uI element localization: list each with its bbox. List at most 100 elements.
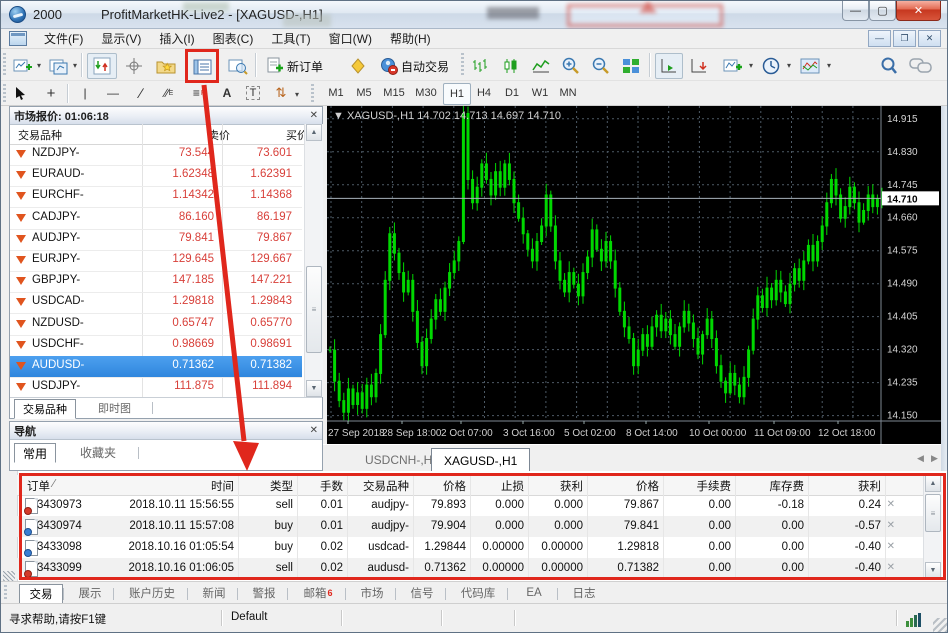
tab-right-icon[interactable]: ▶: [931, 453, 938, 464]
new-chart-dropdown[interactable]: ▾: [37, 61, 41, 70]
close-order-icon[interactable]: ✕: [887, 541, 895, 552]
terminal-tab-5[interactable]: 邮箱 6: [293, 584, 343, 602]
toolbar-grip[interactable]: [3, 84, 6, 103]
scroll-down-icon[interactable]: ▼: [925, 562, 941, 579]
menu-item-0[interactable]: 文件(F): [35, 28, 92, 49]
zoom-out-button[interactable]: [587, 53, 615, 79]
terminal-tab-6[interactable]: 市场: [351, 584, 393, 602]
terminal-tab-4[interactable]: 警报: [243, 584, 285, 602]
market-watch-row-eurjpy[interactable]: EURJPY- 129.645 129.667: [10, 250, 302, 272]
tab-tick-chart[interactable]: 即时图: [90, 399, 139, 417]
cursor-tool[interactable]: [9, 83, 33, 103]
chart-tab-xagusd[interactable]: XAGUSD-,H1: [431, 448, 531, 472]
tab-common[interactable]: 常用: [14, 443, 57, 463]
search-icon[interactable]: [875, 53, 903, 79]
zoom-in-button[interactable]: [557, 53, 585, 79]
close-button[interactable]: ✕: [896, 1, 941, 21]
child-minimize-button[interactable]: —: [868, 29, 891, 47]
terminal-scrollbar[interactable]: ▲ ≡ ▼: [923, 475, 942, 579]
resize-grip[interactable]: [933, 618, 947, 632]
fibonacci-tool[interactable]: ≡ F: [187, 83, 211, 103]
column-bid[interactable]: 卖价: [208, 127, 230, 143]
scrollbar-thumb[interactable]: ≡: [925, 494, 941, 532]
terminal-tab-7[interactable]: 信号: [401, 584, 443, 602]
status-profile[interactable]: Default: [231, 611, 267, 623]
close-order-icon[interactable]: ✕: [887, 520, 895, 531]
autotrading-button[interactable]: 自动交易: [375, 53, 454, 79]
orders-column-6[interactable]: 止损: [501, 478, 524, 494]
menu-item-2[interactable]: 插入(I): [150, 28, 203, 49]
orders-column-7[interactable]: 获利: [560, 478, 583, 494]
vertical-line-tool[interactable]: |: [73, 83, 97, 103]
market-watch-row-usdjpy[interactable]: USDJPY- 111.875 111.894: [10, 377, 302, 400]
column-symbol[interactable]: 交易品种: [18, 127, 62, 143]
child-restore-button[interactable]: ❐: [893, 30, 916, 48]
orders-column-4[interactable]: 交易品种: [363, 478, 409, 494]
timeframe-mn[interactable]: MN: [555, 83, 581, 103]
child-close-button[interactable]: ✕: [918, 30, 941, 48]
indicators-button[interactable]: [719, 53, 747, 79]
market-watch-row-cadjpy[interactable]: CADJPY- 86.160 86.197: [10, 208, 302, 230]
terminal-button[interactable]: [189, 55, 217, 79]
scroll-down-icon[interactable]: ▼: [306, 380, 322, 397]
close-order-icon[interactable]: ✕: [887, 562, 895, 573]
market-watch-row-gbpjpy[interactable]: GBPJPY- 147.185 147.221: [10, 271, 302, 294]
timeframe-d1[interactable]: D1: [499, 83, 525, 103]
orders-column-9[interactable]: 手续费: [697, 478, 732, 494]
orders-column-3[interactable]: 手数: [320, 478, 343, 494]
line-chart-button[interactable]: [527, 53, 555, 79]
indicators-dropdown[interactable]: ▾: [749, 61, 753, 70]
terminal-tab-10[interactable]: 日志: [563, 584, 605, 602]
terminal-tab-9[interactable]: EA: [513, 584, 555, 602]
toolbar-grip[interactable]: [461, 53, 464, 77]
minimize-button[interactable]: —: [842, 1, 869, 21]
timeframe-h4[interactable]: H4: [471, 83, 497, 103]
menu-item-1[interactable]: 显示(V): [92, 28, 150, 49]
new-chart-button[interactable]: [9, 53, 37, 79]
market-watch-row-audjpy[interactable]: AUDJPY- 79.841 79.867: [10, 229, 302, 251]
text-label-tool[interactable]: T: [241, 83, 265, 103]
tab-favorites[interactable]: 收藏夹: [72, 443, 124, 461]
terminal-tab-2[interactable]: 账户历史: [119, 584, 185, 602]
menu-item-6[interactable]: 帮助(H): [381, 28, 440, 49]
scroll-up-icon[interactable]: ▲: [925, 475, 941, 492]
chart-shift-button[interactable]: [655, 53, 683, 79]
timeframe-m30[interactable]: M30: [411, 83, 441, 103]
maximize-button[interactable]: ▢: [869, 1, 896, 21]
scrollbar-thumb[interactable]: ≡: [306, 266, 322, 353]
metaeditor-button[interactable]: [343, 53, 373, 79]
periods-button[interactable]: [757, 53, 785, 79]
timeframe-m1[interactable]: M1: [323, 83, 349, 103]
templates-button[interactable]: [795, 53, 825, 79]
crosshair-tool[interactable]: +: [39, 83, 63, 103]
orders-column-0[interactable]: 订单: [27, 478, 50, 494]
market-watch-row-euraud[interactable]: EURAUD- 1.62348 1.62391: [10, 165, 302, 188]
trendline-tool[interactable]: ∕: [129, 83, 153, 103]
chat-icon[interactable]: [905, 53, 937, 79]
navigator-button[interactable]: [151, 53, 181, 79]
market-watch-scrollbar[interactable]: ▲ ≡ ▼: [304, 124, 323, 397]
terminal-tabs-grip[interactable]: [4, 585, 7, 601]
channel-tool[interactable]: ∕∕ E: [157, 83, 181, 103]
chart-system-icon[interactable]: [9, 31, 27, 46]
market-watch-button[interactable]: [87, 53, 117, 79]
orders-column-1[interactable]: 时间: [211, 478, 234, 494]
toolbar-grip[interactable]: [311, 84, 314, 103]
arrows-dropdown[interactable]: ▾: [295, 90, 299, 99]
market-watch-row-nzdusd[interactable]: NZDUSD- 0.65747 0.65770: [10, 314, 302, 336]
templates-dropdown[interactable]: ▾: [827, 61, 831, 70]
toolbar-grip[interactable]: [3, 53, 6, 77]
terminal-tab-1[interactable]: 展示: [69, 584, 111, 602]
tile-windows-button[interactable]: [617, 53, 645, 79]
orders-column-2[interactable]: 类型: [270, 478, 293, 494]
market-watch-row-usdcad[interactable]: USDCAD- 1.29818 1.29843: [10, 292, 302, 315]
market-watch-close-icon[interactable]: ✕: [310, 110, 318, 121]
menu-item-4[interactable]: 工具(T): [262, 28, 319, 49]
orders-column-8[interactable]: 价格: [636, 478, 659, 494]
timeframe-m5[interactable]: M5: [351, 83, 377, 103]
orders-column-11[interactable]: 获利: [858, 478, 881, 494]
market-watch-row-nzdjpy[interactable]: NZDJPY- 73.544 73.601: [10, 144, 302, 166]
orders-column-10[interactable]: 库存费: [770, 478, 805, 494]
terminal-tab-3[interactable]: 新闻: [193, 584, 235, 602]
market-watch-row-audusd[interactable]: AUDUSD- 0.71362 0.71382: [10, 356, 302, 378]
